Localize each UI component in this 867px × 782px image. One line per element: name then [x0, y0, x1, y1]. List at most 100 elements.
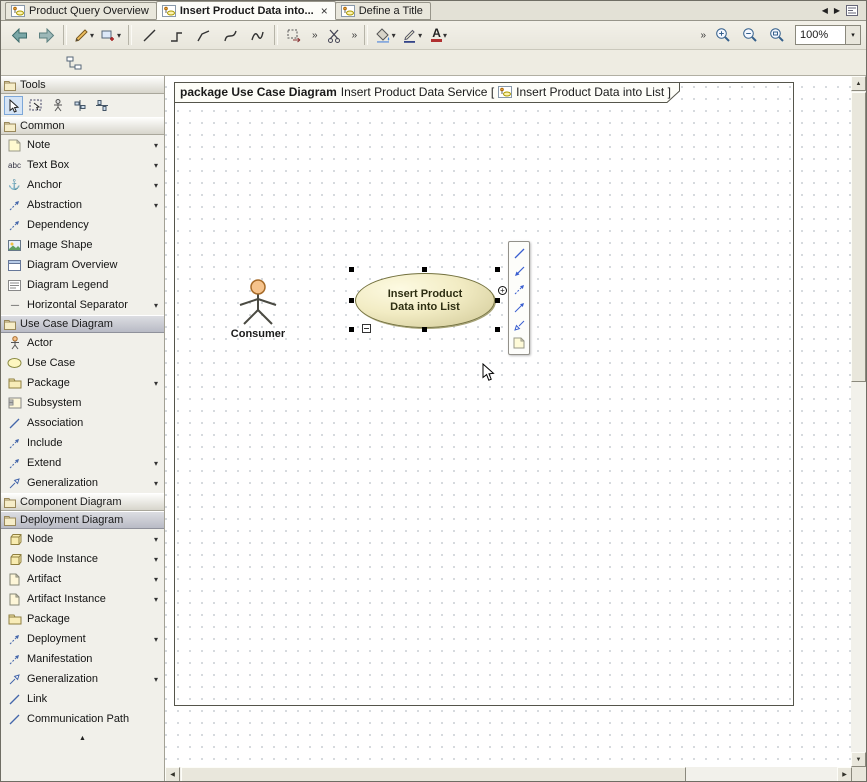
palette-item-manifestation[interactable]: Manifestation: [1, 649, 164, 669]
dropdown-caret-icon[interactable]: ▾: [154, 201, 161, 210]
include-handle[interactable]: [512, 282, 527, 296]
draw-path-button[interactable]: [512, 246, 527, 260]
section-header-component-diagram[interactable]: Component Diagram: [1, 493, 164, 511]
section-header-use-case-diagram[interactable]: Use Case Diagram: [1, 315, 164, 333]
zoom-combobox[interactable]: 100% ▾: [795, 25, 861, 45]
toolbar-overflow-chevron-icon[interactable]: »: [697, 30, 709, 41]
forward-button[interactable]: [33, 24, 59, 46]
draw-tool-button[interactable]: ▾: [71, 24, 97, 46]
tab-define-a-title[interactable]: Define a Title: [335, 2, 431, 20]
tab-product-query-overview[interactable]: Product Query Overview: [5, 2, 157, 20]
palette-item-subsystem[interactable]: Subsystem: [1, 393, 164, 413]
palette-item-text-box[interactable]: abc Text Box ▾: [1, 155, 164, 175]
tab-close-icon[interactable]: ×: [321, 6, 328, 16]
palette-item-deployment[interactable]: Deployment ▾: [1, 629, 164, 649]
diagram-canvas[interactable]: package Use Case Diagram Insert Product …: [165, 76, 852, 767]
section-header-deployment-diagram[interactable]: Deployment Diagram: [1, 511, 164, 529]
dropdown-caret-icon[interactable]: ▾: [418, 31, 422, 40]
palette-collapse-button[interactable]: ▲: [1, 731, 164, 746]
dropdown-caret-icon[interactable]: ▾: [154, 575, 161, 584]
selection-handle-n[interactable]: [422, 267, 427, 272]
palette-item-anchor[interactable]: ⚓ Anchor ▾: [1, 175, 164, 195]
refactor-selection-button[interactable]: [282, 24, 308, 46]
zoom-out-button[interactable]: [737, 24, 763, 46]
palette-item-package[interactable]: Package: [1, 609, 164, 629]
expand-handle[interactable]: +: [498, 286, 507, 295]
compartment-toggle-icon[interactable]: [362, 324, 371, 336]
dropdown-caret-icon[interactable]: ▾: [154, 595, 161, 604]
section-header-common[interactable]: Common: [1, 117, 164, 135]
previous-tab-icon[interactable]: ◀: [822, 7, 828, 15]
containment-button[interactable]: [61, 52, 87, 74]
palette-item-dependency[interactable]: Dependency: [1, 215, 164, 235]
line-style-button[interactable]: [136, 24, 162, 46]
scroll-right-button[interactable]: ▶: [837, 767, 852, 782]
generalization-handle[interactable]: [512, 318, 527, 332]
selection-handle-ne[interactable]: [495, 267, 500, 272]
dropdown-caret-icon[interactable]: ▾: [392, 31, 396, 40]
line-color-button[interactable]: ▾: [399, 24, 425, 46]
add-shape-button[interactable]: ▾: [98, 24, 124, 46]
cut-button[interactable]: [322, 24, 348, 46]
actor-consumer[interactable]: Consumer: [236, 279, 280, 340]
font-color-button[interactable]: A ▾: [426, 24, 452, 46]
next-tab-icon[interactable]: ▶: [834, 7, 840, 15]
align-vertical-tool[interactable]: [70, 96, 89, 115]
zoom-in-button[interactable]: [710, 24, 736, 46]
dependency-handle[interactable]: [512, 300, 527, 314]
usecase-insert-product-data[interactable]: Insert Product Data into List: [355, 273, 495, 328]
selection-handle-nw[interactable]: [349, 267, 354, 272]
selection-handle-se[interactable]: [495, 327, 500, 332]
align-horizontal-tool[interactable]: [92, 96, 111, 115]
dropdown-caret-icon[interactable]: ▾: [90, 31, 94, 40]
toolbar-overflow-chevron-icon[interactable]: »: [309, 30, 321, 41]
dropdown-caret-icon[interactable]: ▾: [154, 459, 161, 468]
palette-item-node-instance[interactable]: Node Instance ▾: [1, 549, 164, 569]
palette-item-generalization[interactable]: Generalization ▾: [1, 473, 164, 493]
dropdown-caret-icon[interactable]: ▾: [117, 31, 121, 40]
dropdown-caret-icon[interactable]: ▾: [443, 31, 447, 40]
vertical-scrollbar[interactable]: ▲ ▼: [851, 76, 866, 767]
zoom-fit-button[interactable]: [764, 24, 790, 46]
palette-item-horizontal-separator[interactable]: ---- Horizontal Separator ▾: [1, 295, 164, 315]
back-button[interactable]: [6, 24, 32, 46]
comment-handle[interactable]: [512, 336, 527, 350]
zoom-dropdown-icon[interactable]: ▾: [845, 26, 860, 44]
palette-item-generalization[interactable]: Generalization ▾: [1, 669, 164, 689]
palette-item-artifact-instance[interactable]: Artifact Instance ▾: [1, 589, 164, 609]
selection-handle-s[interactable]: [422, 327, 427, 332]
palette-item-link[interactable]: Link: [1, 689, 164, 709]
vertical-scroll-thumb[interactable]: [851, 92, 866, 382]
palette-item-image-shape[interactable]: Image Shape: [1, 235, 164, 255]
association-handle[interactable]: [512, 264, 527, 278]
section-header-tools[interactable]: Tools: [1, 76, 164, 94]
scroll-up-button[interactable]: ▲: [851, 76, 866, 91]
horizontal-scroll-thumb[interactable]: [181, 767, 686, 782]
dropdown-caret-icon[interactable]: ▾: [154, 379, 161, 388]
dropdown-caret-icon[interactable]: ▾: [154, 675, 161, 684]
spline-style-button[interactable]: [244, 24, 270, 46]
horizontal-scrollbar[interactable]: ◀ ▶: [165, 767, 852, 782]
dropdown-caret-icon[interactable]: ▾: [154, 479, 161, 488]
marquee-tool[interactable]: [26, 96, 45, 115]
rectilinear-style-button[interactable]: [163, 24, 189, 46]
palette-item-node[interactable]: Node ▾: [1, 529, 164, 549]
palette-item-diagram-overview[interactable]: Diagram Overview: [1, 255, 164, 275]
quick-actor-tool[interactable]: [48, 96, 67, 115]
palette-item-abstraction[interactable]: Abstraction ▾: [1, 195, 164, 215]
palette-item-include[interactable]: Include: [1, 433, 164, 453]
dropdown-caret-icon[interactable]: ▾: [154, 555, 161, 564]
dropdown-caret-icon[interactable]: ▾: [154, 301, 161, 310]
palette-item-extend[interactable]: Extend ▾: [1, 453, 164, 473]
selection-handle-e[interactable]: [495, 298, 500, 303]
palette-item-package[interactable]: Package ▾: [1, 373, 164, 393]
fill-color-button[interactable]: ▾: [372, 24, 398, 46]
oblique-style-button[interactable]: [190, 24, 216, 46]
palette-item-note[interactable]: Note ▾: [1, 135, 164, 155]
tab-insert-product-data-into[interactable]: Insert Product Data into... ×: [156, 1, 336, 20]
dropdown-caret-icon[interactable]: ▾: [154, 181, 161, 190]
dropdown-caret-icon[interactable]: ▾: [154, 535, 161, 544]
palette-item-use-case[interactable]: Use Case: [1, 353, 164, 373]
tab-list-icon[interactable]: [846, 5, 858, 16]
dropdown-caret-icon[interactable]: ▾: [154, 141, 161, 150]
